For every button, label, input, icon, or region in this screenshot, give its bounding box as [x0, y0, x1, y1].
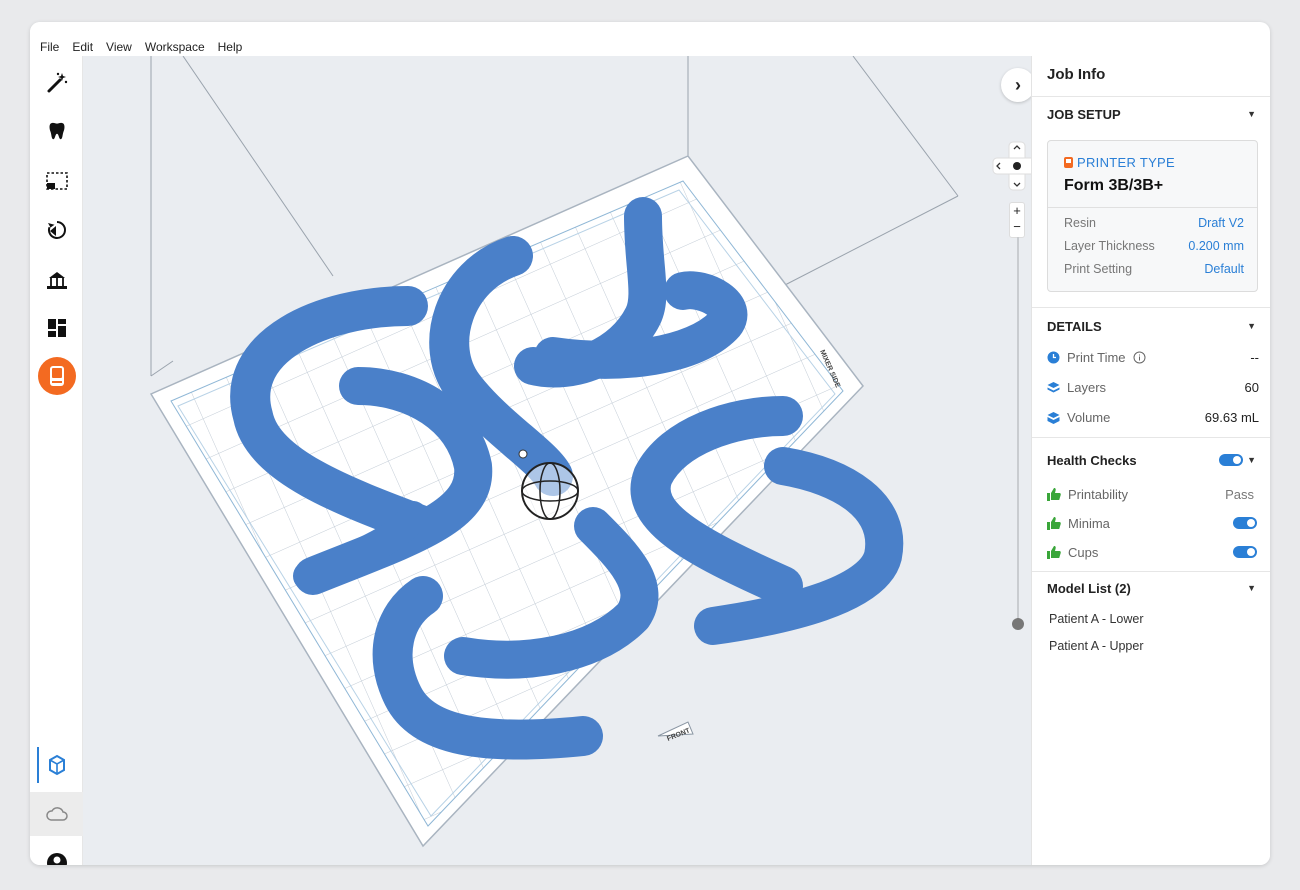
print-time-row: Print Time --	[1047, 347, 1259, 367]
volume-value: 69.63 mL	[1204, 409, 1259, 425]
details-header[interactable]: DETAILS ▼	[1032, 311, 1270, 341]
cups-row: Cups	[1047, 542, 1257, 562]
minima-toggle[interactable]	[1233, 517, 1257, 529]
tooth-icon	[49, 122, 64, 140]
health-checks-toggle[interactable]	[1219, 454, 1244, 466]
cloud-icon	[45, 807, 68, 821]
thumbs-up-icon	[1047, 487, 1061, 501]
layers-icon	[1047, 381, 1060, 392]
printer-card[interactable]: PRINTER TYPE Form 3B/3B+ Resin Draft V2 …	[1047, 140, 1258, 292]
health-checks-header[interactable]: Health Checks ▼	[1032, 445, 1270, 475]
workspace-3d-icon	[48, 754, 65, 776]
layer-thickness-value[interactable]: 0.200 mm	[1188, 239, 1244, 253]
orientation-tool[interactable]	[30, 208, 83, 252]
chevron-down-icon: ▼	[1247, 455, 1256, 465]
printer-type-icon	[1064, 157, 1073, 168]
printability-row: Printability Pass	[1047, 484, 1254, 504]
volume-icon	[1047, 411, 1060, 424]
printer-name: Form 3B/3B+	[1064, 177, 1164, 194]
cups-toggle[interactable]	[1233, 546, 1257, 558]
magic-wand-tool[interactable]	[30, 61, 83, 105]
clock-icon	[1047, 351, 1060, 363]
minima-row: Minima	[1047, 513, 1257, 533]
chevron-down-icon: ▼	[1247, 109, 1256, 119]
menu-edit[interactable]: Edit	[72, 40, 93, 54]
supports-icon	[46, 272, 67, 289]
menu-file[interactable]: File	[40, 40, 59, 54]
print-setting-row: Print Setting Default	[1064, 262, 1244, 276]
selection-box-icon	[45, 172, 68, 190]
layers-value: 60	[1244, 379, 1259, 395]
menu-workspace[interactable]: Workspace	[145, 40, 205, 54]
chevron-down-icon: ▼	[1247, 321, 1256, 331]
zoom-in-button[interactable]: +	[1010, 203, 1024, 219]
layout-icon	[47, 319, 66, 337]
model-list-item[interactable]: Patient A - Upper	[1049, 639, 1144, 653]
print-time-value: --	[1250, 349, 1259, 365]
zoom-out-button[interactable]: −	[1010, 219, 1024, 235]
layer-slider-track[interactable]	[1017, 237, 1019, 622]
account-tool[interactable]	[30, 841, 83, 865]
tooth-tool[interactable]	[30, 109, 83, 153]
app-window: File Edit View Workspace Help FRONT MIXE…	[30, 22, 1270, 865]
printer-type-label: PRINTER TYPE	[1077, 155, 1175, 170]
orientation-icon	[47, 221, 66, 239]
thumbs-up-icon	[1047, 516, 1061, 530]
supports-tool[interactable]	[30, 257, 83, 301]
volume-row: Volume 69.63 mL	[1047, 407, 1259, 427]
job-setup-header[interactable]: JOB SETUP ▼	[1032, 99, 1270, 129]
zoom-control: + −	[1009, 202, 1025, 238]
thumbs-up-icon	[1047, 545, 1061, 559]
left-toolbar	[30, 56, 83, 865]
menu-help[interactable]: Help	[218, 40, 243, 54]
account-icon	[46, 853, 67, 865]
build-volume-scene[interactable]: FRONT MIXER SIDE	[83, 56, 1031, 865]
3d-viewport[interactable]: FRONT MIXER SIDE › + −	[83, 56, 1031, 865]
pan-control[interactable]	[991, 140, 1031, 192]
resin-value[interactable]: Draft V2	[1198, 216, 1244, 230]
resin-row: Resin Draft V2	[1064, 216, 1244, 230]
print-setting-value[interactable]: Default	[1204, 262, 1244, 276]
info-icon[interactable]	[1133, 351, 1146, 364]
panel-title: Job Info	[1047, 66, 1106, 83]
layer-thickness-row: Layer Thickness 0.200 mm	[1064, 239, 1244, 253]
layers-row: Layers 60	[1047, 377, 1259, 397]
layer-slider-knob[interactable]	[1012, 618, 1024, 630]
model-list-item[interactable]: Patient A - Lower	[1049, 612, 1144, 626]
workspace-3d-tool[interactable]	[30, 743, 83, 787]
cloud-tool[interactable]	[30, 792, 83, 836]
printer-icon	[37, 357, 76, 395]
menu-view[interactable]: View	[106, 40, 132, 54]
selection-tool[interactable]	[30, 159, 83, 203]
expand-panel-button[interactable]: ›	[1001, 68, 1031, 102]
print-tool[interactable]	[30, 354, 83, 398]
model-list-header[interactable]: Model List (2) ▼	[1032, 573, 1270, 603]
layout-tool[interactable]	[30, 306, 83, 350]
front-label: FRONT	[657, 721, 694, 743]
printability-value: Pass	[1225, 486, 1254, 502]
job-info-panel: Job Info JOB SETUP ▼ PRINTER TYPE Form 3…	[1031, 56, 1270, 865]
chevron-down-icon: ▼	[1247, 583, 1256, 593]
menu-bar: File Edit View Workspace Help	[30, 22, 1030, 56]
magic-wand-icon	[47, 72, 67, 93]
